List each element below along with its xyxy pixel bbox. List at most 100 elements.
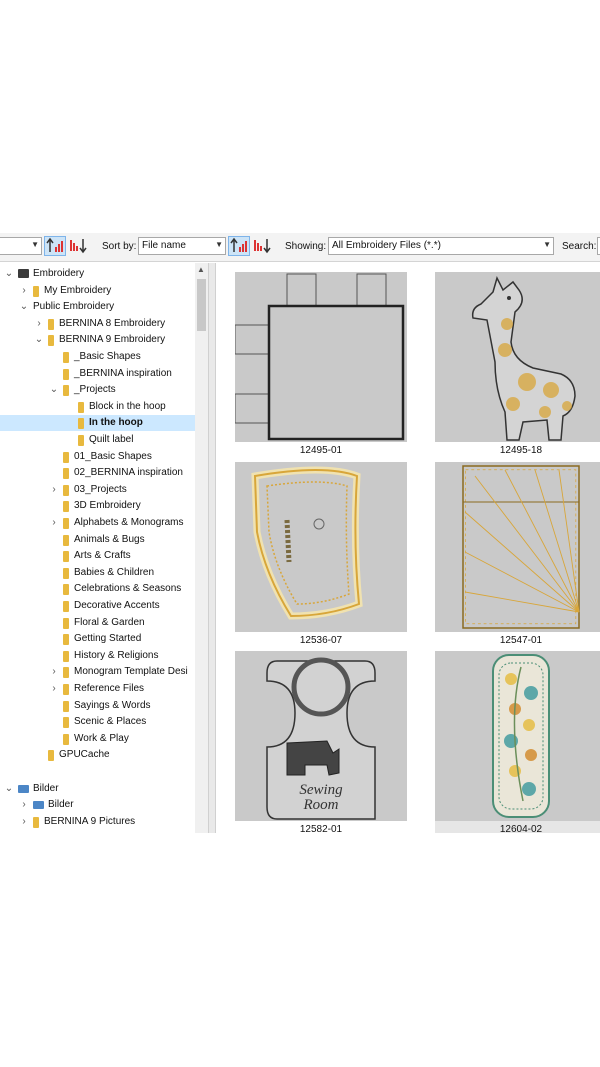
- tree-item-label: _BERNINA inspiration: [74, 367, 172, 379]
- tree-item[interactable]: ⌄ BERNINA 9 Embroidery: [0, 332, 195, 348]
- tree-item[interactable]: 3D Embroidery: [0, 498, 195, 514]
- folder-icon: [63, 468, 69, 480]
- design-thumbnail[interactable]: 12495-01: [235, 272, 407, 457]
- design-thumbnail[interactable]: 12495-18: [435, 272, 600, 457]
- tree-item[interactable]: ⌄ Bilder: [0, 781, 195, 797]
- chevron-down-icon[interactable]: ⌄: [49, 384, 59, 395]
- tree-item-label: Animals & Bugs: [74, 533, 145, 545]
- tree-item[interactable]: GPUCache: [0, 747, 195, 763]
- tree-item[interactable]: Celebrations & Seasons: [0, 581, 195, 597]
- sort-ascending-button-2[interactable]: [228, 236, 250, 256]
- design-preview-floral-strip: [435, 651, 600, 821]
- folder-icon: [63, 601, 69, 612]
- design-thumbnail[interactable]: 12547-01: [435, 462, 600, 647]
- tree-item[interactable]: _Basic Shapes: [0, 349, 195, 365]
- folder-icon: [78, 418, 84, 430]
- chevron-right-icon[interactable]: ›: [49, 484, 59, 495]
- design-filename: 12582-01: [299, 824, 343, 833]
- chevron-right-icon[interactable]: ›: [19, 816, 29, 827]
- chevron-right-icon[interactable]: ›: [19, 799, 29, 810]
- folder-icon: [33, 816, 39, 828]
- tree-item[interactable]: Sayings & Words: [0, 698, 195, 714]
- tree-item[interactable]: ⌄ _Projects: [0, 382, 195, 398]
- design-thumbnail[interactable]: 12604-02: [435, 651, 600, 833]
- tree-item[interactable]: _BERNINA inspiration: [0, 366, 195, 382]
- design-preview-band: [235, 462, 407, 632]
- pane-splitter[interactable]: [208, 263, 216, 833]
- sort-ascending-button[interactable]: [44, 236, 66, 256]
- tree-item[interactable]: › BERNINA 8 Embroidery: [0, 316, 195, 332]
- tree-item-label: Babies & Children: [74, 566, 155, 578]
- tree-item-label: Floral & Garden: [74, 616, 145, 628]
- folder-icon: [63, 501, 69, 513]
- tree-item[interactable]: › Alphabets & Monograms: [0, 515, 195, 531]
- design-text: Room: [303, 797, 339, 813]
- tree-item[interactable]: Floral & Garden: [0, 615, 195, 631]
- tree-item[interactable]: Arts & Crafts: [0, 548, 195, 564]
- showing-filter-select[interactable]: All Embroidery Files (*.*) ▼: [328, 237, 554, 255]
- tree-item[interactable]: History & Religions: [0, 648, 195, 664]
- tree-item[interactable]: ⌄ Embroidery: [0, 266, 195, 282]
- tree-item[interactable]: › BERNINA 9 Pictures: [0, 814, 195, 830]
- tree-item[interactable]: Quilt label: [0, 432, 195, 448]
- tree-item[interactable]: › 03_Projects: [0, 482, 195, 498]
- tree-item[interactable]: Animals & Bugs: [0, 532, 195, 548]
- chevron-right-icon[interactable]: ›: [49, 666, 59, 677]
- folder-icon: [63, 385, 69, 397]
- tree-item-label: 01_Basic Shapes: [74, 450, 152, 462]
- folder-icon: [63, 650, 69, 662]
- chevron-right-icon[interactable]: ›: [34, 318, 44, 329]
- tree-item[interactable]: › Monogram Template Desi: [0, 664, 195, 680]
- tree-item-label: 3D Embroidery: [74, 500, 141, 512]
- folder-icon: [63, 700, 69, 712]
- tree-item[interactable]: Decorative Accents: [0, 598, 195, 614]
- folder-icon: [63, 733, 69, 745]
- chevron-down-icon[interactable]: ⌄: [34, 334, 44, 345]
- chevron-right-icon[interactable]: ›: [49, 683, 59, 694]
- tree-item[interactable]: 02_BERNINA inspiration: [0, 465, 195, 481]
- folder-icon: [48, 335, 54, 347]
- tree-item-label: BERNINA 9 Embroidery: [59, 334, 166, 346]
- view-combo[interactable]: ▼: [0, 237, 42, 255]
- tree-item[interactable]: In the hoop: [0, 415, 195, 432]
- tree-item-label: Monogram Template Desi: [74, 666, 188, 678]
- chevron-down-icon[interactable]: ⌄: [19, 301, 29, 312]
- scrollbar-thumb[interactable]: [197, 279, 206, 331]
- design-thumbnail[interactable]: Sewing Room 12582-01: [235, 651, 407, 833]
- chevron-down-icon[interactable]: ⌄: [4, 783, 14, 794]
- tree-item[interactable]: Block in the hoop: [0, 399, 195, 415]
- tree-item[interactable]: [0, 764, 195, 780]
- tree-item[interactable]: Babies & Children: [0, 565, 195, 581]
- design-thumbnail[interactable]: 12536-07: [235, 462, 407, 647]
- sort-descending-icon: [70, 239, 87, 254]
- chevron-right-icon[interactable]: ›: [19, 285, 29, 296]
- scroll-up-icon[interactable]: ▲: [197, 265, 205, 274]
- tree-item-label: My Embroidery: [44, 284, 112, 296]
- tree-item[interactable]: Getting Started: [0, 631, 195, 647]
- tree-item[interactable]: 01_Basic Shapes: [0, 449, 195, 465]
- design-filename: 12536-07: [299, 635, 343, 646]
- design-preview-giraffe: [435, 272, 600, 442]
- tree-item[interactable]: › Bilder: [0, 797, 195, 813]
- toolbar: ▼ Sort by: File name ▼ Showing: All Embr…: [0, 233, 600, 262]
- folder-icon: [63, 518, 69, 529]
- design-filename: 12495-01: [299, 445, 343, 456]
- folder-icon: [63, 617, 69, 629]
- showing-label: Showing:: [285, 241, 327, 252]
- design-filename: 12604-02: [499, 824, 543, 833]
- sort-descending-button[interactable]: [68, 236, 90, 256]
- tree-scrollbar[interactable]: ▲: [195, 263, 208, 833]
- tree-item[interactable]: ⌄ Public Embroidery: [0, 299, 195, 315]
- chevron-right-icon[interactable]: ›: [49, 517, 59, 528]
- sort-descending-button-2[interactable]: [252, 236, 274, 256]
- folder-icon: [63, 717, 69, 729]
- tree-item[interactable]: Scenic & Places: [0, 714, 195, 730]
- tree-item-label: Bilder: [33, 782, 59, 794]
- tree-item[interactable]: › Reference Files: [0, 681, 195, 697]
- design-preview-image: [462, 465, 580, 629]
- tree-item-label: Work & Play: [74, 732, 129, 744]
- chevron-down-icon[interactable]: ⌄: [4, 268, 14, 279]
- sort-by-select[interactable]: File name ▼: [138, 237, 226, 255]
- tree-item[interactable]: Work & Play: [0, 731, 195, 747]
- tree-item[interactable]: › My Embroidery: [0, 283, 195, 299]
